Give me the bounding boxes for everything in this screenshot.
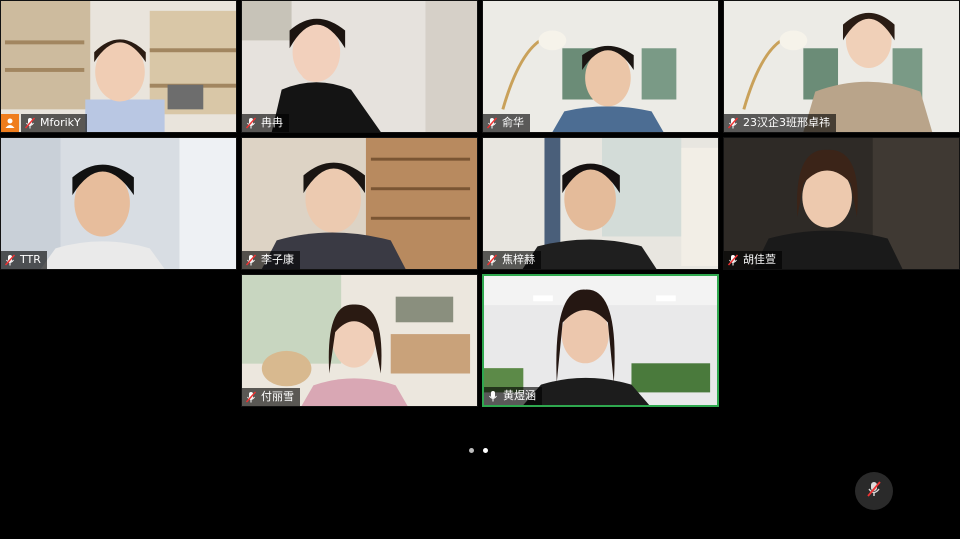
participant-video xyxy=(484,276,717,405)
participant-name: MforikY xyxy=(40,116,81,129)
participant-name-tag: TTR xyxy=(1,251,47,269)
participant-video xyxy=(483,1,718,132)
video-tile-yuhua[interactable]: 俞华 xyxy=(482,0,719,133)
participant-name: 李子康 xyxy=(261,253,294,266)
mic-icon xyxy=(486,389,500,403)
mic-muted-icon xyxy=(244,253,258,267)
mic-muted-icon xyxy=(3,253,17,267)
participant-name-tag: MforikY xyxy=(21,114,87,132)
participant-name-tag: 黄煜涵 xyxy=(484,387,542,405)
floating-mute-button[interactable] xyxy=(855,472,893,510)
video-tile-huangyuhan-active-speaker[interactable]: 黄煜涵 xyxy=(482,274,719,407)
video-tile-hujiaxuan[interactable]: 胡佳萱 xyxy=(723,137,960,270)
video-tile-xingzhuoyi[interactable]: 23汉企3班邢卓祎 xyxy=(723,0,960,133)
video-tile-ranran[interactable]: 冉冉 xyxy=(241,0,478,133)
participant-name-tag: 冉冉 xyxy=(242,114,289,132)
participant-video xyxy=(242,275,477,406)
participant-name: 23汉企3班邢卓祎 xyxy=(743,116,830,129)
participant-video xyxy=(242,138,477,269)
mic-muted-icon xyxy=(726,116,740,130)
participant-name-tag: 23汉企3班邢卓祎 xyxy=(724,114,836,132)
participant-name-tag: 李子康 xyxy=(242,251,300,269)
participant-name: 冉冉 xyxy=(261,116,283,129)
mic-muted-icon xyxy=(244,116,258,130)
video-tile-mforiky[interactable]: MforikY xyxy=(0,0,237,133)
mic-muted-icon xyxy=(864,479,884,503)
participant-video xyxy=(242,1,477,132)
participant-name: 俞华 xyxy=(502,116,524,129)
mic-muted-icon xyxy=(726,253,740,267)
video-tile-lizikang[interactable]: 李子康 xyxy=(241,137,478,270)
participant-name-tag: 焦梓赫 xyxy=(483,251,541,269)
video-tile-fulixue[interactable]: 付丽雪 xyxy=(241,274,478,407)
mic-muted-icon xyxy=(244,390,258,404)
participant-video xyxy=(724,138,959,269)
mic-muted-icon xyxy=(485,116,499,130)
video-tile-jiaozihe[interactable]: 焦梓赫 xyxy=(482,137,719,270)
participant-name-tag: 胡佳萱 xyxy=(724,251,782,269)
mic-muted-icon xyxy=(485,253,499,267)
participant-video xyxy=(1,1,236,132)
participant-name: TTR xyxy=(20,253,41,266)
page-dot-2[interactable] xyxy=(483,448,488,453)
participant-name: 付丽雪 xyxy=(261,390,294,403)
host-badge xyxy=(1,114,19,132)
person-icon xyxy=(4,114,16,133)
participant-name-tag: 俞华 xyxy=(483,114,530,132)
page-dot-1[interactable] xyxy=(469,448,474,453)
participant-video xyxy=(724,1,959,132)
participant-video xyxy=(483,138,718,269)
page-indicator xyxy=(469,448,488,453)
participant-name: 黄煜涵 xyxy=(503,389,536,402)
participant-name: 焦梓赫 xyxy=(502,253,535,266)
participant-name-tag: 付丽雪 xyxy=(242,388,300,406)
mic-muted-icon xyxy=(23,116,37,130)
participant-video xyxy=(1,138,236,269)
video-tile-ttr[interactable]: TTR xyxy=(0,137,237,270)
participant-name: 胡佳萱 xyxy=(743,253,776,266)
